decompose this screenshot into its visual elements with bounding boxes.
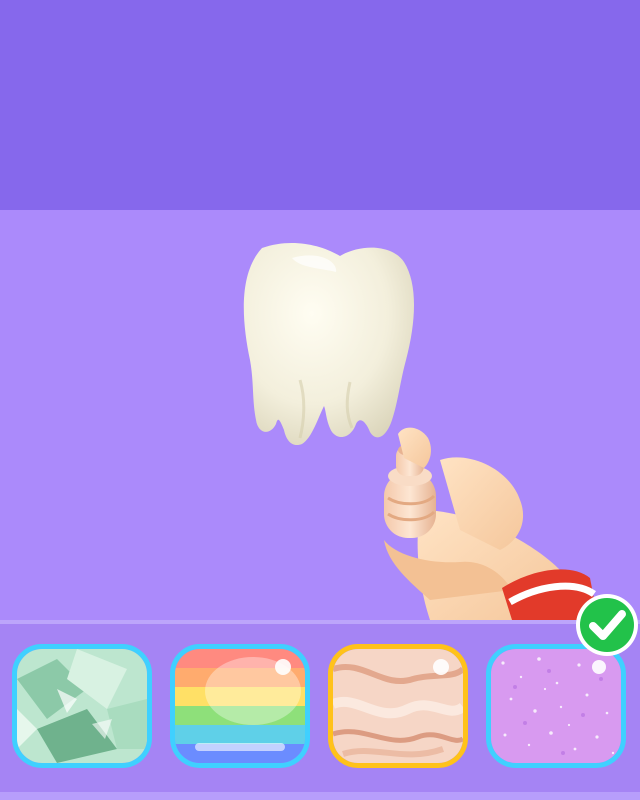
tray-bottom-edge <box>0 792 640 800</box>
rainbow-swatch[interactable] <box>170 644 310 768</box>
hand-with-spray-can[interactable] <box>384 427 598 620</box>
green-marble-swatch[interactable] <box>12 644 152 768</box>
game-stage <box>0 210 640 620</box>
selected-checkmark-icon <box>574 592 640 658</box>
tooth[interactable] <box>243 242 414 446</box>
stage-drawing <box>243 242 598 620</box>
pink-glitter-swatch[interactable] <box>486 644 626 768</box>
peach-marble-swatch[interactable] <box>328 644 468 768</box>
sky-background <box>0 0 640 210</box>
